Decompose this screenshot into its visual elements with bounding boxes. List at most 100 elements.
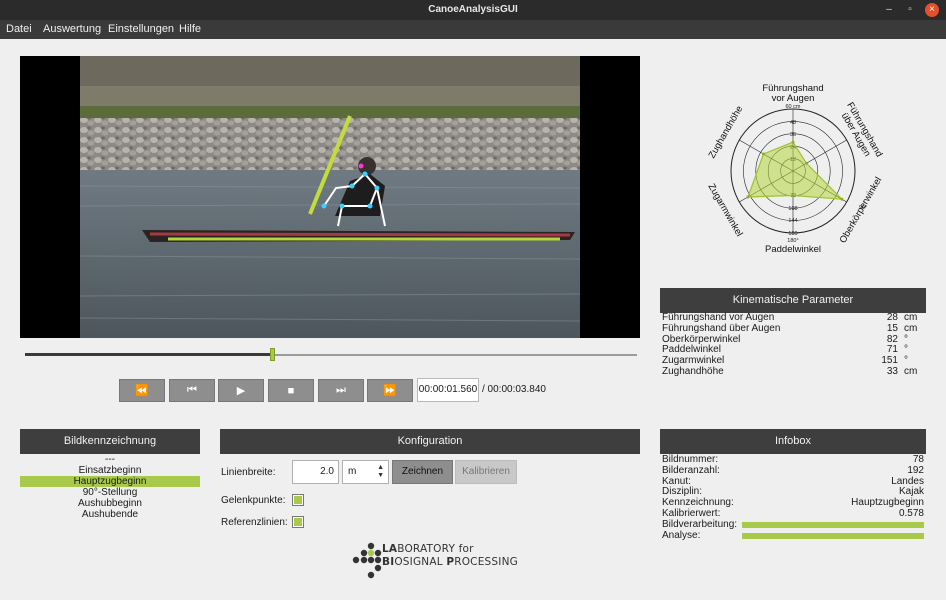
play-icon: ▶ [236,385,246,397]
menu-datei[interactable]: Datei [6,23,32,35]
maximize-button[interactable]: ▫ [903,3,917,17]
logo-text: OSIGNAL [394,556,447,568]
radar-point [791,193,795,197]
info-label: Bilderanzahl: [662,464,720,476]
radar-axis-label: Paddelwinkel [765,244,821,255]
frame-label-item[interactable]: 90°-Stellung [20,487,200,498]
radar-axis-label-line: Oberkörperwinkel [838,175,885,245]
frame-label-item[interactable]: Aushubbeginn [20,498,200,509]
canoe-video-image [80,56,580,338]
logo-text-bold: LA [382,543,398,555]
menu-hilfe[interactable]: Hilfe [179,23,201,35]
radar-point [791,140,795,144]
previous-frame-button[interactable]: ⏮ [169,379,215,402]
fast-forward-button[interactable]: ⏩ [367,379,413,402]
frame-label-item[interactable]: Einsatzbeginn [20,465,200,476]
minimize-button[interactable]: – [882,3,896,17]
kinematics-row: Zughandhöhe 33 cm [662,365,924,378]
radar-tick-label: 108 [788,206,797,212]
radar-axis-label: Zughandhöhe [707,104,746,160]
kinematics-label: Führungshand über Augen [662,322,781,334]
joints-label: Gelenkpunkte: [221,495,286,506]
unit-select[interactable]: m ▲ ▼ [342,460,389,484]
current-time-input[interactable]: 00:00:01.560 [417,378,479,402]
kinematics-value: 33 [886,365,898,377]
title-bar: CanoeAnalysisGUI – ▫ × [0,0,946,20]
menu-einstellungen[interactable]: Einstellungen [108,23,174,35]
play-button[interactable]: ▶ [218,379,264,402]
calibrate-button[interactable]: Kalibrieren [455,460,517,484]
menu-bar: Datei Auswertung Einstellungen Hilfe [0,20,946,39]
info-label: Bildnummer: [662,454,719,465]
info-value: 0.578 [898,507,924,519]
image-processing-progress-bar [742,521,924,528]
infobox-header: Infobox [660,429,926,454]
unit-value: m [348,466,357,477]
progress-fill [742,521,924,528]
frame-label-item[interactable]: Hauptzugbeginn [20,476,200,487]
radar-axis-label-line: vor Augen [772,93,815,104]
kinematics-label: Zughandhöhe [662,365,724,377]
kinematics-label: Zugarmwinkel [662,355,725,367]
frame-label-item[interactable]: Aushubende [20,509,200,520]
linewidth-input[interactable]: 2.0 [292,460,339,484]
info-label: Kanut: [662,475,691,487]
next-frame-button[interactable]: ⏭ [318,379,364,402]
radar-point [804,161,808,165]
logo-line-1: LABORATORY for [382,543,474,555]
info-label: Disziplin: [662,486,703,498]
radar-axis-label: Führungshandvor Augen [762,83,823,104]
kinematics-unit: cm [904,365,918,377]
radar-tick-label: 48 [790,120,796,126]
radar-point [840,197,844,201]
fast-forward-icon: ⏩ [383,385,397,397]
radar-point [761,152,765,156]
radar-axis-label: Führungshandüber Augen [839,100,885,159]
skip-back-icon: ⏮ [187,384,197,396]
kinematics-label: Oberkörperwinkel [662,333,741,345]
fast-rewind-icon: ⏪ [135,385,149,397]
logo-text: ROCESSING [454,556,518,568]
check-icon [294,496,302,504]
info-value: 192 [907,464,924,476]
timeline-progress [25,353,273,356]
radar-axis-label-line: Paddelwinkel [765,244,821,255]
frame-label-item[interactable]: --- [20,454,200,465]
logo-text: BORATORY for [397,543,474,555]
info-label: Kennzeichnung: [662,497,734,509]
infobox: Bildnummer: 78 Bilderanzahl: 192 Kanut: Lande… [662,454,924,541]
draw-button[interactable]: Zeichnen [392,460,453,484]
stop-button[interactable]: ■ [268,379,314,402]
radar-axis-label: Oberkörperwinkel [838,175,885,245]
close-button[interactable]: × [925,3,939,17]
image-processing-label: Bildverarbeitung: [662,518,738,530]
kinematics-table: Führungshand vor Augen 28 cm Führungshand ü… [662,312,924,378]
timeline-handle[interactable] [270,348,275,361]
fast-rewind-button[interactable]: ⏪ [119,379,165,402]
konfiguration-header: Konfiguration [220,429,640,454]
video-frame[interactable] [20,56,640,338]
analysis-label: Analyse: [662,529,701,541]
reflines-checkbox[interactable] [292,516,304,528]
kinematics-label: Paddelwinkel [662,344,721,356]
radar-axis-label: Zugarmwinkel [706,182,745,239]
lab-logo: LABORATORY for BIOSIGNAL PROCESSING [352,540,532,580]
kinematics-label: Führungshand vor Augen [662,312,775,323]
joints-checkbox[interactable] [292,494,304,506]
kinematics-value: 15 [886,322,898,334]
reflines-label: Referenzlinien: [221,517,288,528]
radar-axis-label-line: Zugarmwinkel [706,182,745,239]
spin-arrows-icon: ▲ ▼ [377,464,384,479]
stop-icon: ■ [287,384,295,397]
image-processing-row: Bildverarbeitung: [662,518,924,531]
check-icon [294,518,302,526]
analysis-progress-bar [742,532,924,539]
logo-dots-icon [352,542,382,579]
kinematics-unit: cm [904,322,918,334]
radar-tick-label: 36 [790,132,796,138]
menu-auswertung[interactable]: Auswertung [43,23,101,35]
total-time: / 00:00:03.840 [482,384,546,395]
radar-tick-label: 144 [788,218,797,224]
frame-label-list[interactable]: --- Einsatzbeginn Hauptzugbeginn 90°-Stellu… [20,454,200,520]
logo-text-bold: BI [382,556,395,568]
